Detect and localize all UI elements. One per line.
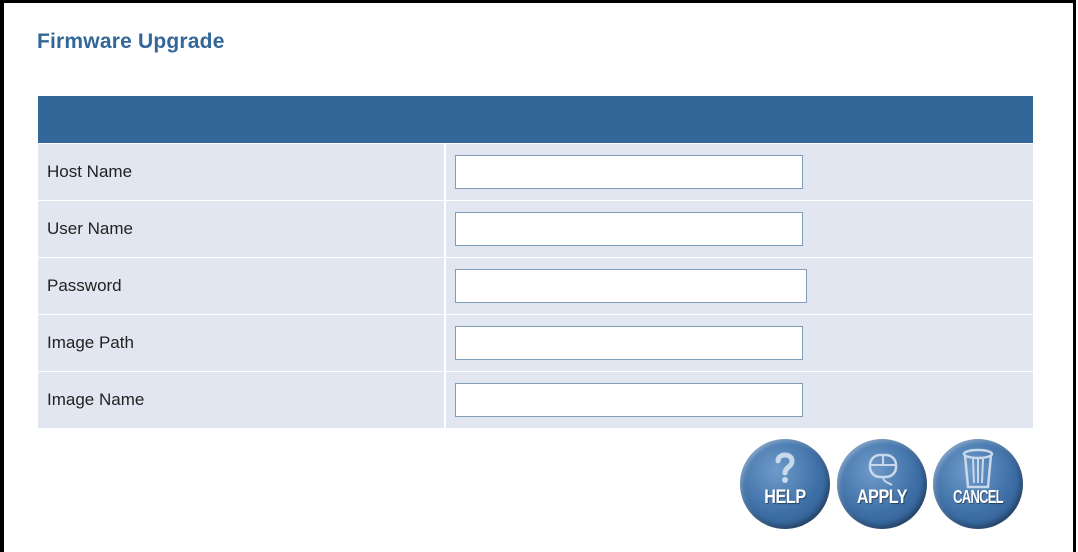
form-row-host-name: Host Name — [38, 143, 1033, 200]
table-header-bar — [38, 96, 1033, 143]
mouse-icon — [837, 447, 927, 492]
host-name-input[interactable] — [455, 155, 803, 189]
image-path-input[interactable] — [455, 326, 803, 360]
form-row-user-name: User Name — [38, 200, 1033, 257]
form-row-image-name: Image Name — [38, 371, 1033, 428]
image-path-label: Image Path — [38, 315, 446, 371]
page-title: Firmware Upgrade — [37, 30, 225, 53]
cancel-button[interactable]: CANCEL — [933, 439, 1023, 529]
image-name-input[interactable] — [455, 383, 803, 417]
question-mark-icon — [740, 447, 830, 492]
image-name-label: Image Name — [38, 372, 446, 428]
apply-button-label: APPLY — [856, 487, 908, 508]
firmware-upgrade-form: Host Name User Name Password Image Path … — [38, 96, 1033, 428]
cancel-button-label: CANCEL — [953, 487, 1003, 507]
apply-button[interactable]: APPLY — [837, 439, 927, 529]
password-label: Password — [38, 258, 446, 314]
password-input[interactable] — [455, 269, 807, 303]
help-button-label: HELP — [764, 487, 806, 508]
form-row-password: Password — [38, 257, 1033, 314]
form-row-image-path: Image Path — [38, 314, 1033, 371]
help-button[interactable]: HELP — [740, 439, 830, 529]
user-name-label: User Name — [38, 201, 446, 257]
host-name-label: Host Name — [38, 144, 446, 200]
user-name-input[interactable] — [455, 212, 803, 246]
